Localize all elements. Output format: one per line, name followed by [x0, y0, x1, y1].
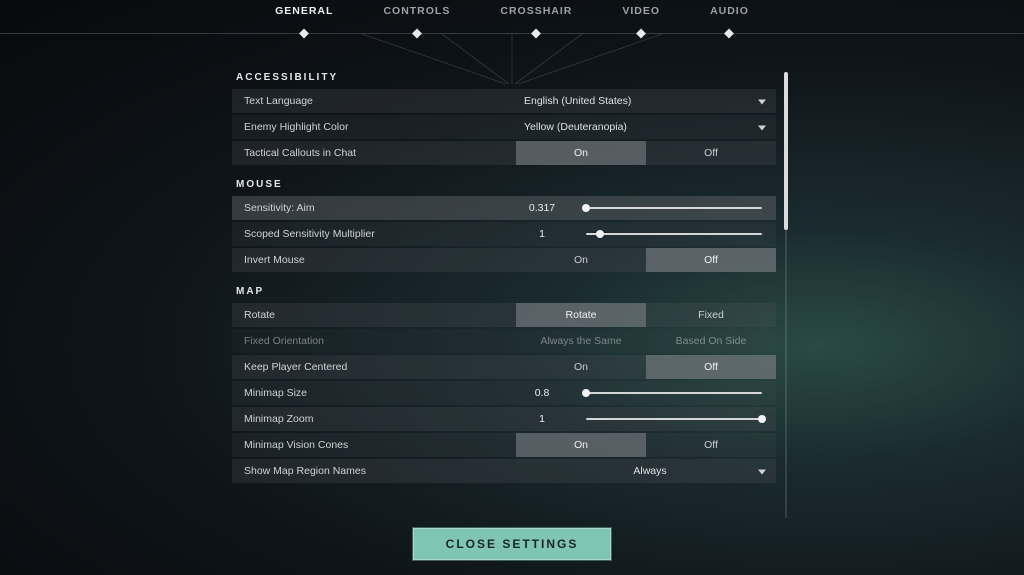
chevron-down-icon [758, 126, 766, 131]
slider-scoped-multiplier-value[interactable]: 1 [516, 228, 568, 240]
nav-items: GENERAL CONTROLS CROSSHAIR VIDEO AUDIO [261, 0, 763, 33]
tab-video[interactable]: VIDEO [608, 0, 674, 33]
slider-scoped-multiplier: 1 [516, 228, 776, 240]
slider-minimap-zoom-knob[interactable] [758, 415, 766, 423]
slider-scoped-multiplier-track[interactable] [586, 233, 762, 235]
slider-sensitivity-aim-value[interactable]: 0.317 [516, 202, 568, 214]
label-text-language: Text Language [232, 95, 516, 107]
close-settings-button[interactable]: CLOSE SETTINGS [412, 527, 612, 561]
slider-sensitivity-aim-knob[interactable] [582, 204, 590, 212]
row-tactical-callouts: Tactical Callouts in Chat On Off [232, 141, 776, 165]
row-text-language: Text Language English (United States) [232, 89, 776, 113]
toggle-fixed-orientation: Always the Same Based On Side [516, 329, 776, 353]
row-sensitivity-aim: Sensitivity: Aim 0.317 [232, 196, 776, 220]
settings-panel: ACCESSIBILITY Text Language English (Uni… [232, 58, 776, 518]
row-enemy-highlight: Enemy Highlight Color Yellow (Deuteranop… [232, 115, 776, 139]
toggle-keep-centered-off[interactable]: Off [646, 355, 776, 379]
toggle-invert-mouse-on[interactable]: On [516, 248, 646, 272]
chevron-down-icon [758, 470, 766, 475]
toggle-tactical-callouts-off[interactable]: Off [646, 141, 776, 165]
toggle-tactical-callouts: On Off [516, 141, 776, 165]
slider-minimap-zoom-value[interactable]: 1 [516, 413, 568, 425]
toggle-vision-cones: On Off [516, 433, 776, 457]
section-accessibility-title: ACCESSIBILITY [236, 72, 776, 83]
tab-general[interactable]: GENERAL [261, 0, 347, 33]
label-fixed-orientation: Fixed Orientation [232, 335, 516, 347]
slider-scoped-multiplier-knob[interactable] [596, 230, 604, 238]
dropdown-text-language[interactable]: English (United States) [516, 89, 776, 113]
dropdown-enemy-highlight-value: Yellow (Deuteranopia) [524, 121, 627, 133]
row-minimap-size: Minimap Size 0.8 [232, 381, 776, 405]
row-fixed-orientation: Fixed Orientation Always the Same Based … [232, 329, 776, 353]
slider-minimap-size-value[interactable]: 0.8 [516, 387, 568, 399]
label-tactical-callouts: Tactical Callouts in Chat [232, 147, 516, 159]
settings-top-nav: GENERAL CONTROLS CROSSHAIR VIDEO AUDIO [0, 0, 1024, 34]
label-vision-cones: Minimap Vision Cones [232, 439, 516, 451]
label-sensitivity-aim: Sensitivity: Aim [232, 202, 516, 214]
toggle-invert-mouse-off[interactable]: Off [646, 248, 776, 272]
section-mouse-title: MOUSE [236, 179, 776, 190]
section-map-title: MAP [236, 286, 776, 297]
dropdown-region-names-value: Always [524, 465, 776, 477]
label-keep-centered: Keep Player Centered [232, 361, 516, 373]
toggle-rotate-fixed[interactable]: Fixed [646, 303, 776, 327]
label-invert-mouse: Invert Mouse [232, 254, 516, 266]
toggle-tactical-callouts-on[interactable]: On [516, 141, 646, 165]
dropdown-enemy-highlight[interactable]: Yellow (Deuteranopia) [516, 115, 776, 139]
label-rotate: Rotate [232, 309, 516, 321]
tab-controls[interactable]: CONTROLS [369, 0, 464, 33]
toggle-rotate-rotate[interactable]: Rotate [516, 303, 646, 327]
toggle-vision-cones-on[interactable]: On [516, 433, 646, 457]
row-rotate: Rotate Rotate Fixed [232, 303, 776, 327]
label-minimap-zoom: Minimap Zoom [232, 413, 516, 425]
scroll-thumb[interactable] [784, 72, 788, 230]
toggle-vision-cones-off[interactable]: Off [646, 433, 776, 457]
slider-minimap-size: 0.8 [516, 387, 776, 399]
row-scoped-multiplier: Scoped Sensitivity Multiplier 1 [232, 222, 776, 246]
tab-crosshair[interactable]: CROSSHAIR [486, 0, 586, 33]
slider-sensitivity-aim-track[interactable] [586, 207, 762, 209]
chevron-down-icon [758, 100, 766, 105]
slider-minimap-zoom-track[interactable] [586, 418, 762, 420]
slider-minimap-size-track[interactable] [586, 392, 762, 394]
slider-minimap-zoom: 1 [516, 413, 776, 425]
label-enemy-highlight: Enemy Highlight Color [232, 121, 516, 133]
row-keep-centered: Keep Player Centered On Off [232, 355, 776, 379]
label-minimap-size: Minimap Size [232, 387, 516, 399]
toggle-fixed-orientation-same: Always the Same [516, 329, 646, 353]
dropdown-region-names[interactable]: Always [516, 459, 776, 483]
tab-audio[interactable]: AUDIO [696, 0, 763, 33]
dropdown-text-language-value: English (United States) [524, 95, 631, 107]
label-region-names: Show Map Region Names [232, 465, 516, 477]
label-scoped-multiplier: Scoped Sensitivity Multiplier [232, 228, 516, 240]
toggle-keep-centered: On Off [516, 355, 776, 379]
toggle-fixed-orientation-side: Based On Side [646, 329, 776, 353]
row-vision-cones: Minimap Vision Cones On Off [232, 433, 776, 457]
toggle-rotate: Rotate Fixed [516, 303, 776, 327]
row-invert-mouse: Invert Mouse On Off [232, 248, 776, 272]
slider-minimap-size-knob[interactable] [582, 389, 590, 397]
toggle-keep-centered-on[interactable]: On [516, 355, 646, 379]
row-region-names: Show Map Region Names Always [232, 459, 776, 483]
toggle-invert-mouse: On Off [516, 248, 776, 272]
row-minimap-zoom: Minimap Zoom 1 [232, 407, 776, 431]
slider-sensitivity-aim: 0.317 [516, 202, 776, 214]
